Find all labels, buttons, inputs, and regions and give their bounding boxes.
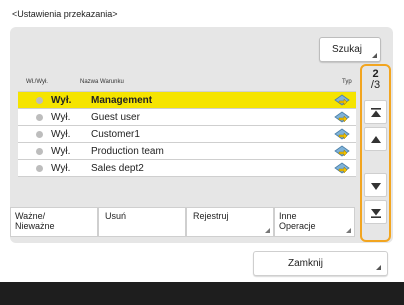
next-page-button[interactable] [364,173,387,197]
enable-disable-label-line2: Nieważne [15,221,55,231]
radio-icon [36,148,43,155]
page-title: <Ustawienia przekazania> [12,9,118,19]
column-header-on-off: Wł./Wył. [26,79,48,85]
forward-type-icon [334,94,350,106]
row-name: Management [91,95,153,106]
close-button-label: Zamknij [288,258,324,269]
previous-page-button[interactable] [364,127,387,151]
row-status: Wył. [51,95,72,106]
last-page-button[interactable] [364,200,387,224]
radio-icon [36,131,43,138]
forward-type-icon [334,128,350,140]
column-header-type: Typ [342,79,352,85]
row-name: Production team [91,146,164,157]
submenu-indicator-icon [265,228,270,233]
table-row[interactable]: Wył. Sales dept2 [18,160,356,177]
other-operations-button[interactable]: Inne Operacje [274,207,355,237]
table-row[interactable]: Wył. Production team [18,143,356,160]
register-button[interactable]: Rejestruj [186,207,274,237]
row-name: Sales dept2 [91,163,144,174]
page-navigation: 2 /3 [360,64,391,242]
register-label: Rejestruj [193,211,229,221]
radio-icon [36,97,43,104]
action-buttons: Ważne/ Nieważne Usuń Rejestruj Inne Oper… [10,207,356,237]
row-status: Wył. [51,112,71,123]
first-page-button[interactable] [364,100,387,124]
other-operations-label-line1: Inne [279,211,297,221]
search-button[interactable]: Szukaj [319,37,381,62]
table-row[interactable]: Wył. Guest user [18,109,356,126]
row-name: Customer1 [91,129,140,140]
close-button[interactable]: Zamknij [253,251,388,276]
enable-disable-label-line1: Ważne/ [15,211,46,221]
page-indicator: 2 /3 [362,69,389,91]
submenu-indicator-icon [376,265,381,270]
table-row[interactable]: Wył. Management [18,92,356,109]
delete-button[interactable]: Usuń [98,207,186,237]
down-arrow-icon [370,182,381,190]
other-operations-label-line2: Operacje [279,221,316,231]
total-pages: /3 [370,79,381,91]
table-row[interactable]: Wył. Customer1 [18,126,356,143]
status-bar [0,282,404,305]
column-header-name: Nazwa Warunku [80,79,124,85]
table-header: Wł./Wył. Nazwa Warunku Typ [18,73,357,91]
radio-icon [36,165,43,172]
search-button-label: Szukaj [332,44,363,55]
row-status: Wył. [51,146,71,157]
condition-list: Wył. Management Wył. Guest user Wył. Cus… [18,91,356,177]
row-name: Guest user [91,112,140,123]
submenu-indicator-icon [346,228,351,233]
forward-type-icon [334,145,350,157]
up-arrow-icon [370,135,381,143]
first-page-icon [370,107,381,117]
row-status: Wył. [51,129,71,140]
forward-type-icon [334,162,350,174]
submenu-indicator-icon [372,53,377,58]
enable-disable-button[interactable]: Ważne/ Nieważne [10,207,98,237]
radio-icon [36,114,43,121]
forward-type-icon [334,111,350,123]
last-page-icon [370,208,381,218]
row-status: Wył. [51,163,71,174]
delete-label: Usuń [105,211,127,221]
